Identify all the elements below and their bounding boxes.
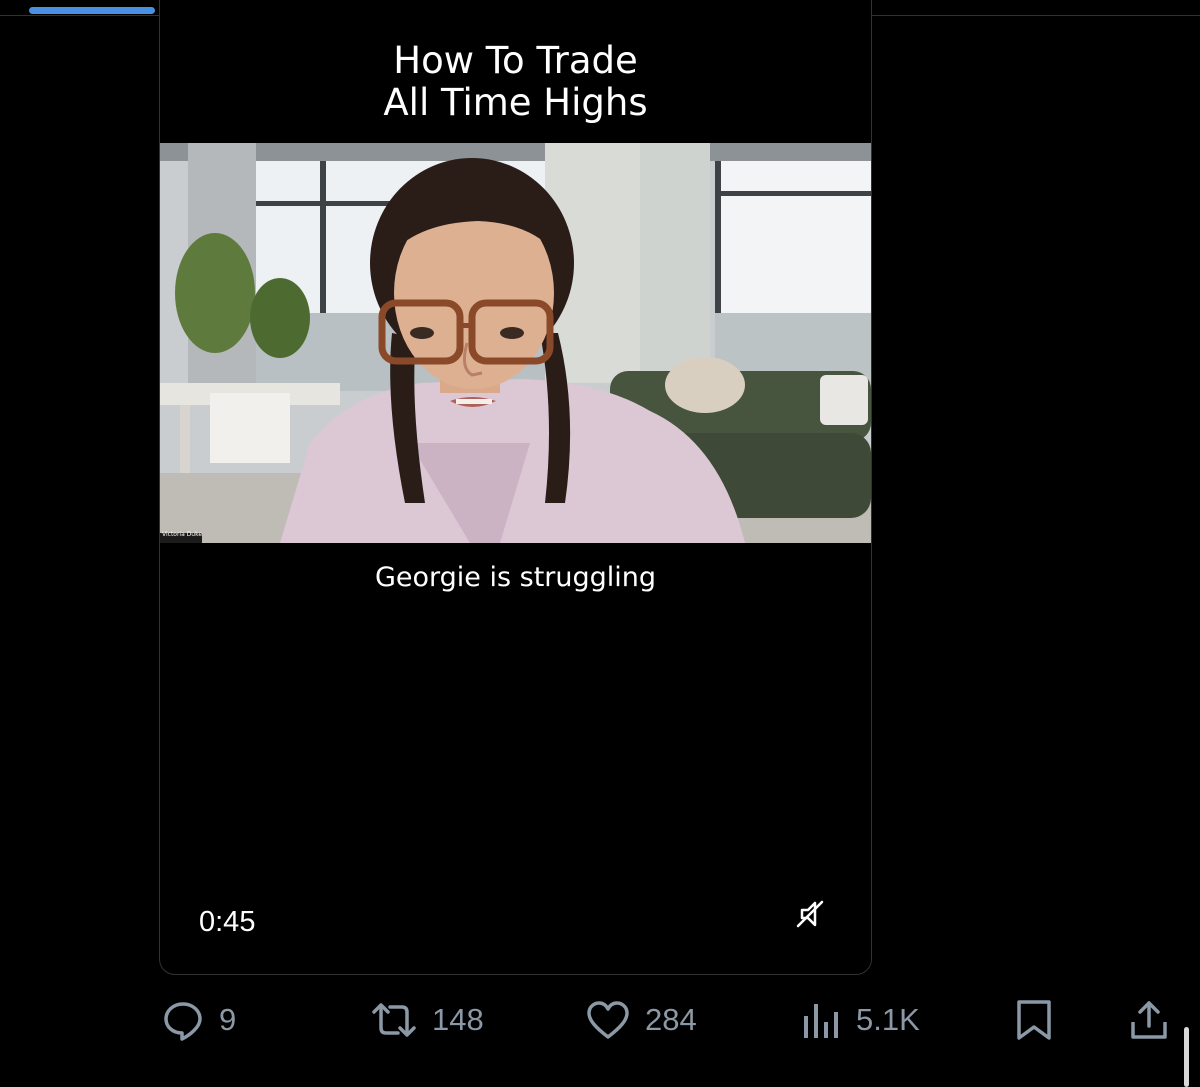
like-button[interactable]: 284 <box>585 995 697 1045</box>
view-count: 5.1K <box>856 1002 920 1037</box>
repost-icon <box>372 1003 416 1037</box>
like-count: 284 <box>645 1002 697 1037</box>
repost-count: 148 <box>432 1002 484 1037</box>
video-title: How To Trade All Time Highs <box>383 39 648 124</box>
views-button[interactable]: 5.1K <box>800 995 920 1045</box>
bookmark-button[interactable] <box>1013 995 1055 1045</box>
video-timecode: 0:45 <box>199 906 256 938</box>
scrollbar-thumb[interactable] <box>1184 1027 1189 1087</box>
views-chart-icon <box>804 1004 838 1038</box>
reply-count: 9 <box>219 1002 237 1037</box>
share-button[interactable] <box>1127 995 1171 1045</box>
progress-indicator <box>29 7 155 14</box>
video-player[interactable]: How To Trade All Time Highs Victoria Duk… <box>159 0 872 975</box>
mute-button[interactable] <box>792 896 828 932</box>
video-caption: Georgie is struggling <box>374 562 657 593</box>
share-icon <box>1131 1001 1167 1039</box>
reply-bubble-icon <box>164 1002 202 1041</box>
video-still-image <box>160 143 871 543</box>
speaker-muted-icon <box>796 900 824 928</box>
bookmark-icon <box>1017 1000 1051 1040</box>
reply-button[interactable]: 9 <box>161 995 236 1045</box>
post-action-bar: 9 148 284 5.1K <box>0 995 1200 1045</box>
repost-button[interactable]: 148 <box>370 995 484 1045</box>
participant-name-tag: Victoria Duke <box>162 531 203 538</box>
video-frame[interactable]: Victoria Duke <box>160 143 871 543</box>
heart-icon <box>587 1001 629 1039</box>
